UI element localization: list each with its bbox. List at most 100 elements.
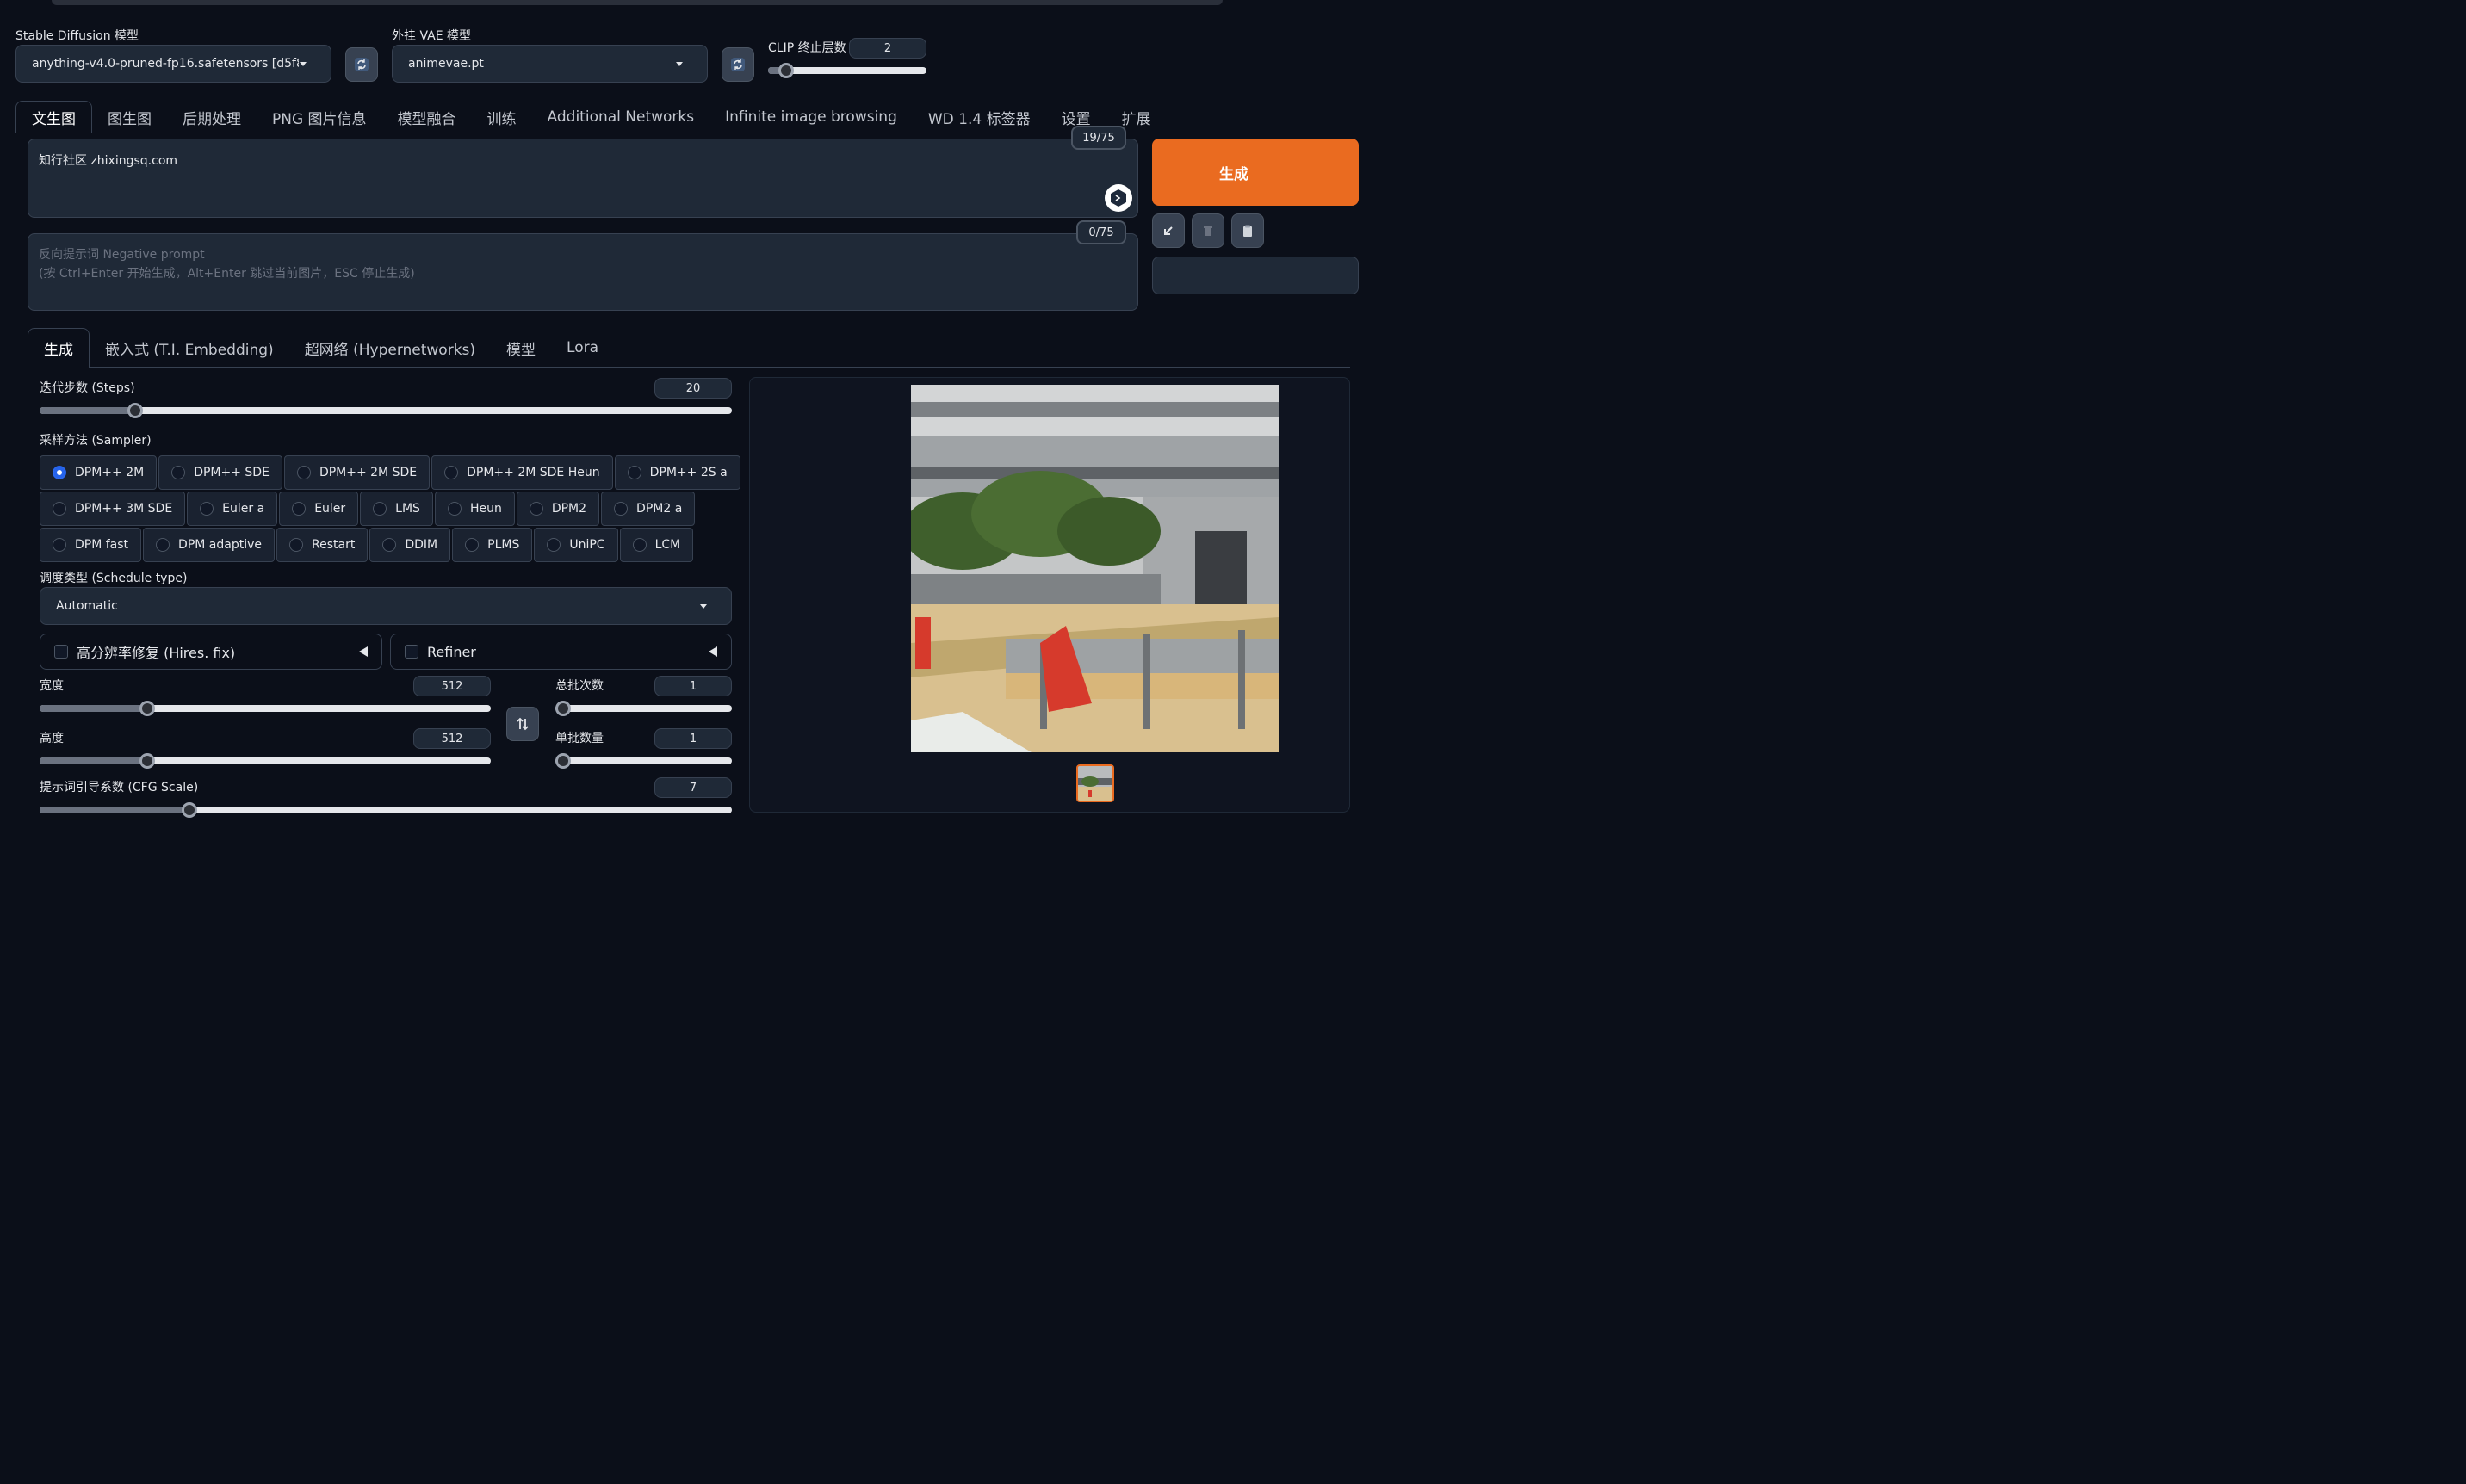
steps-slider-thumb[interactable] — [127, 403, 143, 418]
radio-indicator — [296, 466, 311, 479]
refiner-accordion[interactable]: Refiner — [390, 634, 732, 670]
hires-fix-accordion[interactable]: 高分辨率修复 (Hires. fix) — [40, 634, 382, 670]
clip-skip-slider[interactable] — [768, 63, 926, 78]
triangle-left-icon — [359, 646, 368, 657]
main-tab-0[interactable]: 文生图 — [15, 101, 92, 133]
hires-fix-checkbox[interactable] — [54, 645, 68, 659]
generate-button[interactable]: 生成 — [1152, 139, 1359, 206]
schedule-type-value: Automatic — [56, 599, 118, 613]
sampler-option[interactable]: DPM adaptive — [143, 528, 276, 562]
sampler-option[interactable]: DPM fast — [40, 528, 142, 562]
height-label: 高度 — [40, 732, 64, 745]
clip-skip-slider-thumb[interactable] — [778, 63, 794, 78]
sampler-option-label: UniPC — [569, 538, 605, 552]
negative-prompt-textarea[interactable]: 反向提示词 Negative prompt (按 Ctrl+Enter 开始生成… — [28, 233, 1138, 311]
cfg-scale-slider-fill — [40, 807, 189, 813]
generated-image[interactable] — [911, 385, 1279, 752]
sampler-option[interactable]: DPM++ SDE — [158, 455, 282, 490]
steps-slider[interactable] — [40, 403, 732, 418]
sampler-option[interactable]: DDIM — [369, 528, 451, 562]
sampler-option[interactable]: DPM++ 2S a — [614, 455, 740, 490]
sampler-option[interactable]: Heun — [434, 492, 515, 526]
height-slider-thumb[interactable] — [139, 753, 155, 769]
height-slider-fill — [40, 757, 147, 764]
batch-count-input[interactable]: 1 — [654, 676, 732, 696]
window-top-strip — [52, 0, 1223, 5]
refresh-icon — [355, 58, 369, 71]
width-slider-thumb[interactable] — [139, 701, 155, 716]
main-tab-2[interactable]: 后期处理 — [167, 101, 257, 133]
main-tab-7[interactable]: Infinite image browsing — [709, 101, 913, 133]
sd-model-select[interactable]: anything-v4.0-pruned-fp16.safetensors [d… — [15, 45, 331, 83]
sampler-option[interactable]: DPM++ 2M — [40, 455, 158, 490]
sampler-option[interactable]: Euler — [279, 492, 359, 526]
main-tab-3[interactable]: PNG 图片信息 — [257, 101, 382, 133]
radio-indicator — [53, 466, 66, 479]
paste-styles-button[interactable] — [1231, 213, 1264, 248]
radio-indicator — [614, 502, 629, 516]
gallery-thumbnail[interactable] — [1076, 764, 1114, 802]
sampler-option[interactable]: Restart — [276, 528, 369, 562]
sub-tab-0[interactable]: 生成 — [28, 328, 90, 368]
sampler-option[interactable]: DPM++ 2M SDE — [283, 455, 431, 490]
cfg-scale-label: 提示词引导系数 (CFG Scale) — [40, 781, 199, 795]
clip-skip-input[interactable]: 2 — [849, 38, 926, 59]
vae-model-select[interactable]: animevae.pt — [392, 45, 708, 83]
sampler-label: 采样方法 (Sampler) — [40, 434, 152, 448]
radio-indicator — [444, 466, 459, 479]
batch-count-slider[interactable] — [555, 701, 732, 716]
steps-label: 迭代步数 (Steps) — [40, 381, 135, 395]
sampler-option-label: Euler a — [222, 502, 265, 516]
sub-tab-2[interactable]: 超网络 (Hypernetworks) — [289, 328, 491, 368]
batch-count-slider-thumb[interactable] — [555, 701, 571, 716]
sampler-option[interactable]: DPM2 a — [601, 492, 696, 526]
sampler-option[interactable]: DPM++ 3M SDE — [40, 492, 186, 526]
width-slider[interactable] — [40, 701, 491, 716]
schedule-type-label: 调度类型 (Schedule type) — [40, 572, 188, 585]
thumbnail-art — [1078, 766, 1112, 801]
sampler-option[interactable]: LMS — [360, 492, 433, 526]
sampler-option[interactable]: DPM++ 2M SDE Heun — [431, 455, 613, 490]
sampler-option[interactable]: UniPC — [534, 528, 618, 562]
refresh-vae-button[interactable] — [722, 47, 754, 82]
sampler-row: DPM++ 2M DPM++ SDE DPM++ 2M SDE DPM++ 2M SD… — [40, 455, 742, 490]
sampler-option[interactable]: DPM2 — [516, 492, 600, 526]
sub-tab-1[interactable]: 嵌入式 (T.I. Embedding) — [90, 328, 289, 368]
sampler-option-label: LMS — [395, 502, 420, 516]
clear-prompt-button[interactable] — [1192, 213, 1224, 248]
sampler-option-label: DPM++ 2M — [75, 466, 145, 479]
main-tab-8[interactable]: WD 1.4 标签器 — [913, 101, 1046, 133]
steps-input[interactable]: 20 — [654, 378, 732, 399]
sampler-option-label: DPM++ 2M SDE — [319, 466, 418, 479]
refresh-sd-button[interactable] — [345, 47, 378, 82]
batch-size-slider[interactable] — [555, 753, 732, 769]
cfg-scale-slider[interactable] — [40, 802, 732, 818]
batch-size-slider-thumb[interactable] — [555, 753, 571, 769]
radio-indicator — [53, 538, 66, 552]
main-tab-1[interactable]: 图生图 — [92, 101, 167, 133]
cfg-scale-input[interactable]: 7 — [654, 777, 732, 798]
sampler-option[interactable]: PLMS — [452, 528, 533, 562]
schedule-type-select[interactable]: Automatic — [40, 587, 732, 625]
sub-tab-4[interactable]: Lora — [551, 328, 614, 368]
refresh-icon — [731, 58, 745, 71]
read-params-button[interactable] — [1152, 213, 1185, 248]
width-input[interactable]: 512 — [413, 676, 491, 696]
main-tab-4[interactable]: 模型融合 — [382, 101, 472, 133]
height-slider[interactable] — [40, 753, 491, 769]
main-tab-5[interactable]: 训练 — [472, 101, 532, 133]
swap-dimensions-button[interactable] — [506, 707, 539, 741]
sampler-row: DPM++ 3M SDE Euler a Euler LMS Heun DPM2 DPM2 … — [40, 492, 742, 526]
steps-slider-fill — [40, 407, 135, 414]
sub-tab-3[interactable]: 模型 — [491, 328, 551, 368]
sampler-option[interactable]: LCM — [619, 528, 694, 562]
sampler-option[interactable]: Euler a — [187, 492, 278, 526]
prompt-textarea[interactable]: 知行社区 zhixingsq.com — [28, 139, 1138, 218]
styles-select[interactable] — [1152, 257, 1359, 294]
batch-size-input[interactable]: 1 — [654, 728, 732, 749]
main-tab-6[interactable]: Additional Networks — [532, 101, 710, 133]
height-input[interactable]: 512 — [413, 728, 491, 749]
refiner-checkbox[interactable] — [405, 645, 418, 659]
cfg-scale-slider-thumb[interactable] — [182, 802, 197, 818]
prompt-helper-button[interactable] — [1105, 184, 1132, 212]
